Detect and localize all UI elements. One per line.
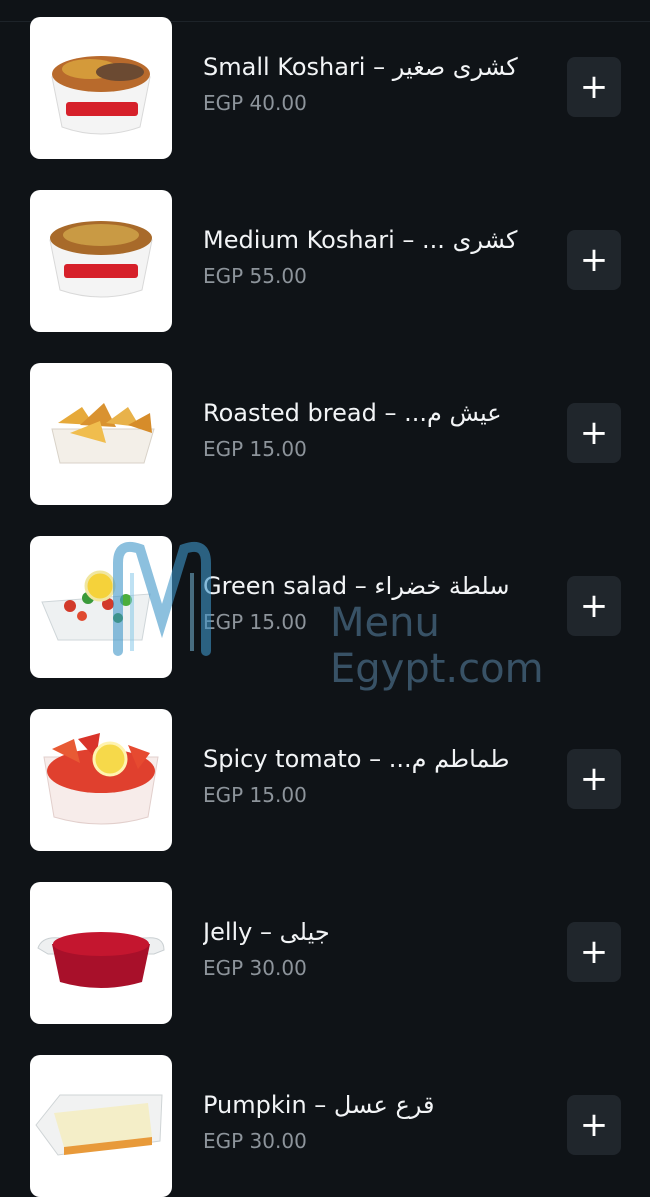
item-price: EGP 30.00 (203, 1129, 307, 1153)
item-image (30, 363, 172, 505)
plus-icon: + (579, 67, 609, 107)
item-image (30, 882, 172, 1024)
add-button[interactable]: + (567, 749, 621, 809)
item-image (30, 709, 172, 851)
item-name: Green salad – سلطة خضراء (203, 572, 510, 600)
item-name: Jelly – جيلى (203, 918, 330, 946)
plus-icon: + (579, 1105, 609, 1145)
plus-icon: + (579, 413, 609, 453)
item-name: Small Koshari – كشرى صغير (203, 53, 518, 81)
item-name: Pumpkin – قرع عسل (203, 1091, 435, 1119)
menu-item-spicy-tomato[interactable]: Spicy tomato – ...طماطم م EGP 15.00 + (0, 709, 650, 853)
item-price: EGP 55.00 (203, 264, 307, 288)
item-image (30, 17, 172, 159)
add-button[interactable]: + (567, 576, 621, 636)
item-image (30, 536, 172, 678)
menu-item-pumpkin[interactable]: Pumpkin – قرع عسل EGP 30.00 + (0, 1055, 650, 1197)
item-price: EGP 15.00 (203, 783, 307, 807)
item-name: Spicy tomato – ...طماطم م (203, 745, 510, 773)
item-image (30, 190, 172, 332)
item-price: EGP 15.00 (203, 610, 307, 634)
plus-icon: + (579, 240, 609, 280)
add-button[interactable]: + (567, 57, 621, 117)
item-image (30, 1055, 172, 1197)
add-button[interactable]: + (567, 230, 621, 290)
plus-icon: + (579, 759, 609, 799)
plus-icon: + (579, 586, 609, 626)
item-price: EGP 40.00 (203, 91, 307, 115)
menu-item-small-koshari[interactable]: Small Koshari – كشرى صغير EGP 40.00 + (0, 17, 650, 161)
item-price: EGP 15.00 (203, 437, 307, 461)
add-button[interactable]: + (567, 1095, 621, 1155)
plus-icon: + (579, 932, 609, 972)
add-button[interactable]: + (567, 922, 621, 982)
item-name: Roasted bread – ...عيش م (203, 399, 502, 427)
add-button[interactable]: + (567, 403, 621, 463)
item-name: Medium Koshari – ... كشرى (203, 226, 518, 254)
menu-item-green-salad[interactable]: Green salad – سلطة خضراء EGP 15.00 + (0, 536, 650, 680)
item-price: EGP 30.00 (203, 956, 307, 980)
menu-item-jelly[interactable]: Jelly – جيلى EGP 30.00 + (0, 882, 650, 1026)
menu-item-roasted-bread[interactable]: Roasted bread – ...عيش م EGP 15.00 + (0, 363, 650, 507)
menu-item-medium-koshari[interactable]: Medium Koshari – ... كشرى EGP 55.00 + (0, 190, 650, 334)
